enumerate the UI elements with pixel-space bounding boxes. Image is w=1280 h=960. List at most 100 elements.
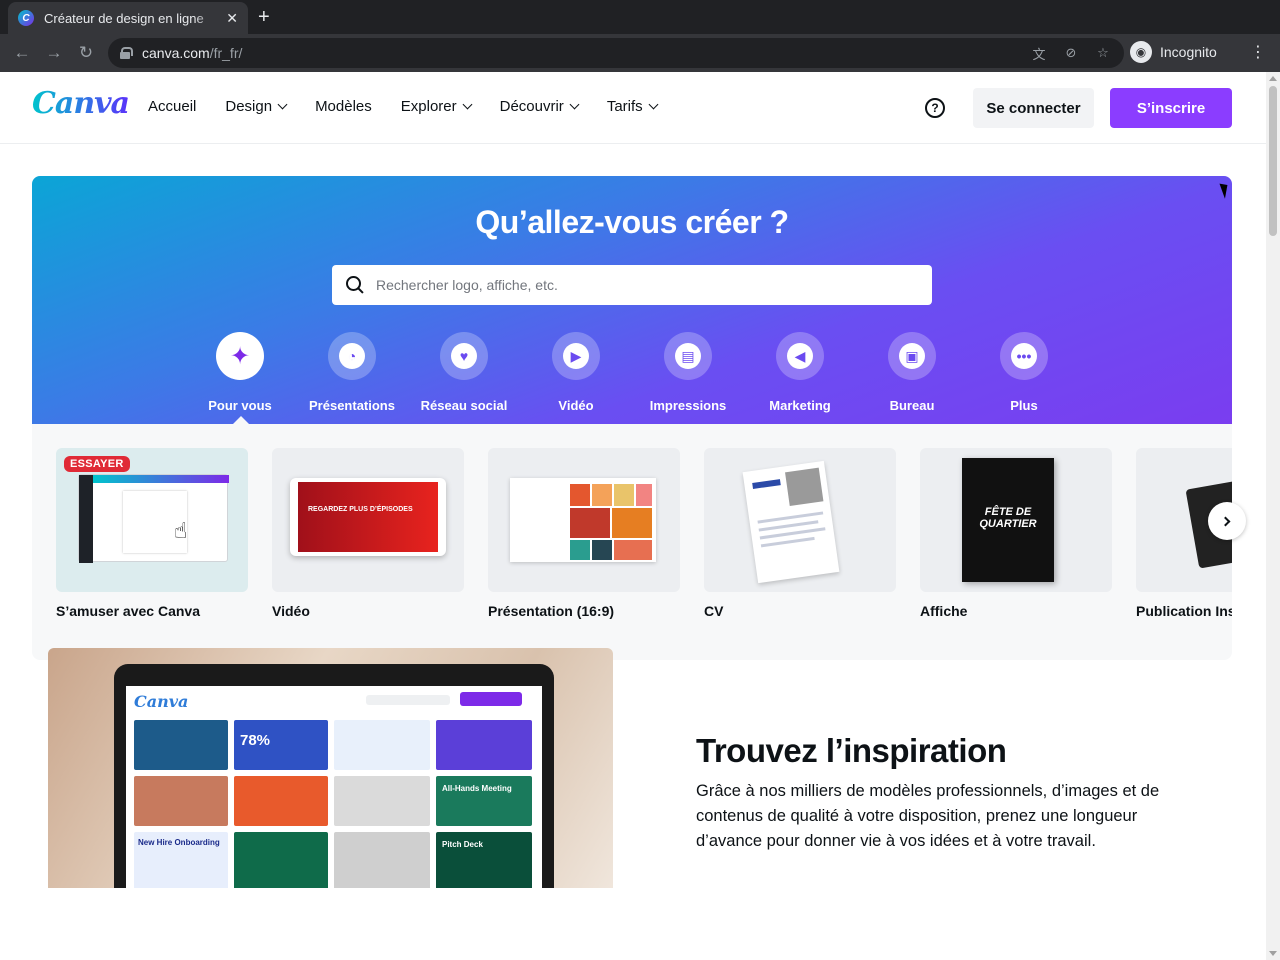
category-pour-vous[interactable]: ✦ Pour vous — [184, 332, 296, 413]
slide-tile — [570, 540, 590, 560]
nav-explorer[interactable]: Explorer — [401, 98, 473, 115]
scroll-down-icon[interactable] — [1269, 951, 1277, 956]
laptop-screen: Canva 78% All-Hands Meeting New Hire Onb… — [126, 686, 542, 888]
heart-icon: ♥ — [451, 343, 477, 369]
category-label: Réseau social — [420, 398, 508, 413]
mini-create-button — [460, 692, 522, 706]
chevron-down-icon — [569, 99, 580, 110]
category-video[interactable]: ▶ Vidéo — [520, 332, 632, 413]
category-marketing[interactable]: ◀ Marketing — [744, 332, 856, 413]
editor-sidebar — [79, 475, 93, 563]
slide-tile — [570, 484, 590, 506]
carousel-next-button[interactable] — [1208, 502, 1246, 540]
scroll-thumb[interactable] — [1269, 86, 1277, 236]
nav-tarifs[interactable]: Tarifs — [607, 98, 659, 115]
nav-decouvrir[interactable]: Découvrir — [500, 98, 580, 115]
signup-button[interactable]: S’inscrire — [1110, 88, 1232, 128]
template-tile — [134, 776, 228, 826]
category-circle: ▶ — [552, 332, 600, 380]
page-scrollbar[interactable] — [1266, 72, 1280, 960]
inspiration-title: Trouvez l’inspiration — [696, 732, 1007, 769]
printer-icon: ▤ — [675, 343, 701, 369]
tab-close-icon[interactable]: ✕ — [226, 10, 238, 27]
mini-search-bar — [366, 695, 450, 705]
translate-icon[interactable]: 文 — [1031, 45, 1047, 62]
forward-icon[interactable]: → — [43, 42, 65, 64]
new-tab-icon[interactable]: + — [258, 5, 270, 29]
slide-tile — [570, 508, 610, 538]
category-impressions[interactable]: ▤ Impressions — [632, 332, 744, 413]
template-tile — [134, 720, 228, 770]
laptop-mockup — [78, 474, 229, 563]
site-header: Canva Accueil Design Modèles Explorer Dé… — [0, 72, 1266, 144]
browser-menu-icon[interactable]: ⋮ — [1250, 42, 1266, 62]
category-bureau[interactable]: ▣ Bureau — [856, 332, 968, 413]
back-icon[interactable]: ← — [11, 42, 33, 64]
template-tile — [334, 720, 430, 770]
category-circle: ✦ — [216, 332, 264, 380]
nav-design[interactable]: Design — [225, 98, 288, 115]
template-tile — [234, 832, 328, 888]
megaphone-icon: ◀ — [787, 343, 813, 369]
template-card-samuser[interactable]: ☝ S’amuser avec Canva — [56, 448, 248, 619]
card-label: Publication Instagram — [1136, 603, 1232, 619]
cv-line — [760, 536, 815, 548]
template-carousel: ☝ S’amuser avec Canva REGARDEZ PLUS D’ÉP… — [32, 424, 1232, 660]
template-tile-onboarding: New Hire Onboarding — [134, 832, 228, 888]
category-label: Présentations — [309, 398, 395, 413]
category-label: Pour vous — [208, 398, 272, 413]
main-nav: Accueil Design Modèles Explorer Découvri… — [148, 98, 686, 115]
bookmark-star-icon[interactable]: ☆ — [1095, 45, 1111, 61]
poster-thumb-text: FÊTE DE QUARTIER — [962, 458, 1054, 582]
search-box[interactable] — [332, 265, 932, 305]
card-label: S’amuser avec Canva — [56, 603, 200, 619]
reload-icon[interactable]: ↻ — [75, 42, 97, 64]
template-tile-meeting: All-Hands Meeting — [436, 776, 532, 826]
inspiration-image: Canva 78% All-Hands Meeting New Hire Onb… — [48, 648, 613, 888]
category-circle: ◀ — [776, 332, 824, 380]
help-icon[interactable]: ? — [925, 98, 945, 118]
canva-logo[interactable]: Canva — [32, 86, 130, 121]
category-label: Vidéo — [558, 398, 594, 413]
category-plus[interactable]: ••• Plus — [968, 332, 1080, 413]
template-card-presentation[interactable]: Présentation (16:9) — [488, 448, 680, 619]
laptop-mockup: Canva 78% All-Hands Meeting New Hire Onb… — [114, 664, 554, 888]
template-card-cv[interactable]: CV — [704, 448, 896, 619]
nav-accueil[interactable]: Accueil — [148, 98, 196, 115]
category-presentations[interactable]: ◔ Présentations — [296, 332, 408, 413]
search-icon — [346, 276, 364, 294]
slide-tile — [612, 508, 652, 538]
cv-photo — [785, 467, 824, 507]
incognito-icon: ◉ — [1130, 41, 1152, 63]
address-bar[interactable]: canva.com/fr_fr/ 文 ⊘ ☆ — [108, 38, 1124, 68]
tab-title: Créateur de design en ligne — [44, 10, 204, 26]
incognito-profile[interactable]: ◉ Incognito — [1130, 38, 1217, 66]
sparkle-icon: ✦ — [229, 342, 251, 370]
template-card-affiche[interactable]: FÊTE DE QUARTIER Affiche — [920, 448, 1112, 619]
lock-icon[interactable] — [120, 47, 133, 59]
category-row: ✦ Pour vous ◔ Présentations ♥ Réseau soc… — [32, 332, 1232, 424]
video-thumb-text: REGARDEZ PLUS D’ÉPISODES — [298, 482, 438, 552]
category-label: Plus — [1010, 398, 1038, 413]
presentation-icon: ◔ — [339, 343, 365, 369]
scroll-up-icon[interactable] — [1269, 76, 1277, 81]
category-circle: ••• — [1000, 332, 1048, 380]
mini-canva-logo: Canva — [134, 692, 189, 711]
template-tile — [334, 832, 430, 888]
canva-favicon-icon: C — [18, 10, 34, 26]
search-input[interactable] — [376, 277, 916, 293]
login-button[interactable]: Se connecter — [973, 88, 1094, 128]
url-text: canva.com/fr_fr/ — [142, 45, 243, 61]
editor-topbar — [93, 475, 229, 483]
template-thumb: REGARDEZ PLUS D’ÉPISODES — [272, 448, 464, 592]
template-card-video[interactable]: REGARDEZ PLUS D’ÉPISODES Vidéo — [272, 448, 464, 619]
slide-tile — [614, 540, 652, 560]
slide-tile — [614, 484, 634, 506]
category-reseau-social[interactable]: ♥ Réseau social — [408, 332, 520, 413]
incognito-label: Incognito — [1160, 44, 1217, 60]
hero-banner: Qu’allez-vous créer ? ✦ Pour vous ◔ Prés… — [32, 176, 1232, 425]
tracking-off-icon[interactable]: ⊘ — [1063, 45, 1079, 61]
browser-tab[interactable]: C Créateur de design en ligne ✕ — [8, 2, 248, 34]
nav-modeles[interactable]: Modèles — [315, 98, 372, 115]
category-circle: ◔ — [328, 332, 376, 380]
